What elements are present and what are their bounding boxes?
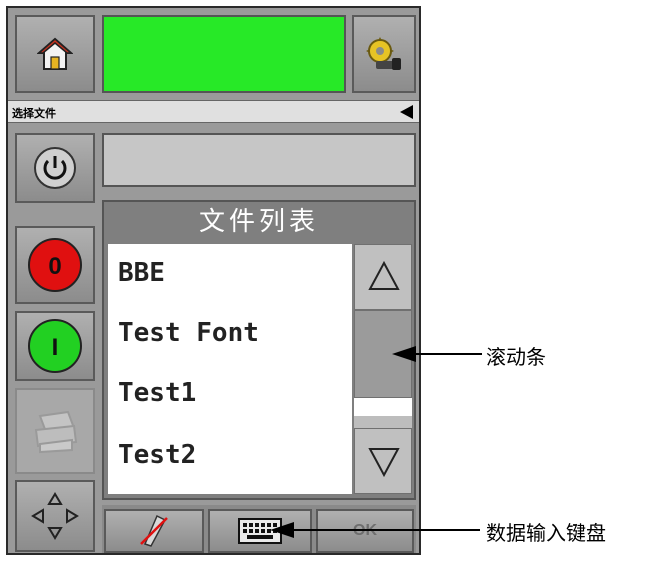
gear-settings-icon [366,37,401,70]
scrollbar-callout-arrow [392,346,416,362]
keyboard-callout-arrow [270,522,294,538]
ok-label: OK [353,522,377,540]
back-arrow-icon[interactable] [400,105,413,119]
triangle-up-icon [368,260,400,290]
scrollbar[interactable] [354,244,412,494]
file-item-bbe[interactable]: BBE [118,258,165,288]
print-button[interactable] [15,388,95,474]
printer-control-panel: 选择文件 0 I 文件列表 BBE Test Font Test1 Test2 [6,6,421,555]
message-box [102,133,416,187]
no-edit-button[interactable] [104,509,204,553]
file-item-test2[interactable]: Test2 [118,440,196,470]
file-list-panel: 文件列表 BBE Test Font Test1 Test2 [102,200,416,500]
start-button[interactable]: I [15,311,95,381]
power-icon [34,147,76,189]
home-button[interactable] [15,15,95,93]
start-label: I [52,334,59,361]
file-item-test1[interactable]: Test1 [118,378,196,408]
triangle-down-icon [368,448,400,478]
stop-button[interactable]: 0 [15,226,95,304]
title-bar: 选择文件 [8,100,419,123]
start-icon: I [28,319,82,373]
status-display [102,15,346,93]
scroll-track[interactable] [354,398,412,416]
home-icon [37,37,73,70]
stop-icon: 0 [28,238,82,292]
navigation-button[interactable] [15,480,95,552]
page-title: 选择文件 [12,107,56,120]
scrollbar-callout-line [414,353,482,355]
printer-icon [34,410,78,454]
direction-pad-icon [31,492,79,540]
keyboard-button[interactable] [208,509,312,553]
file-list-title: 文件列表 [198,207,319,237]
scroll-up-button[interactable] [354,244,412,310]
keyboard-callout-label: 数据输入键盘 [486,521,606,545]
file-list: BBE Test Font Test1 Test2 [108,244,352,494]
file-item-test-font[interactable]: Test Font [118,318,259,348]
keyboard-callout-line [292,529,480,531]
settings-button[interactable] [352,15,416,93]
power-button[interactable] [15,133,95,203]
ok-button[interactable]: OK [316,509,414,553]
scrollbar-callout-label: 滚动条 [486,345,546,369]
scroll-down-button[interactable] [354,428,412,494]
stop-label: 0 [48,253,61,280]
pen-crossed-icon [140,514,168,547]
